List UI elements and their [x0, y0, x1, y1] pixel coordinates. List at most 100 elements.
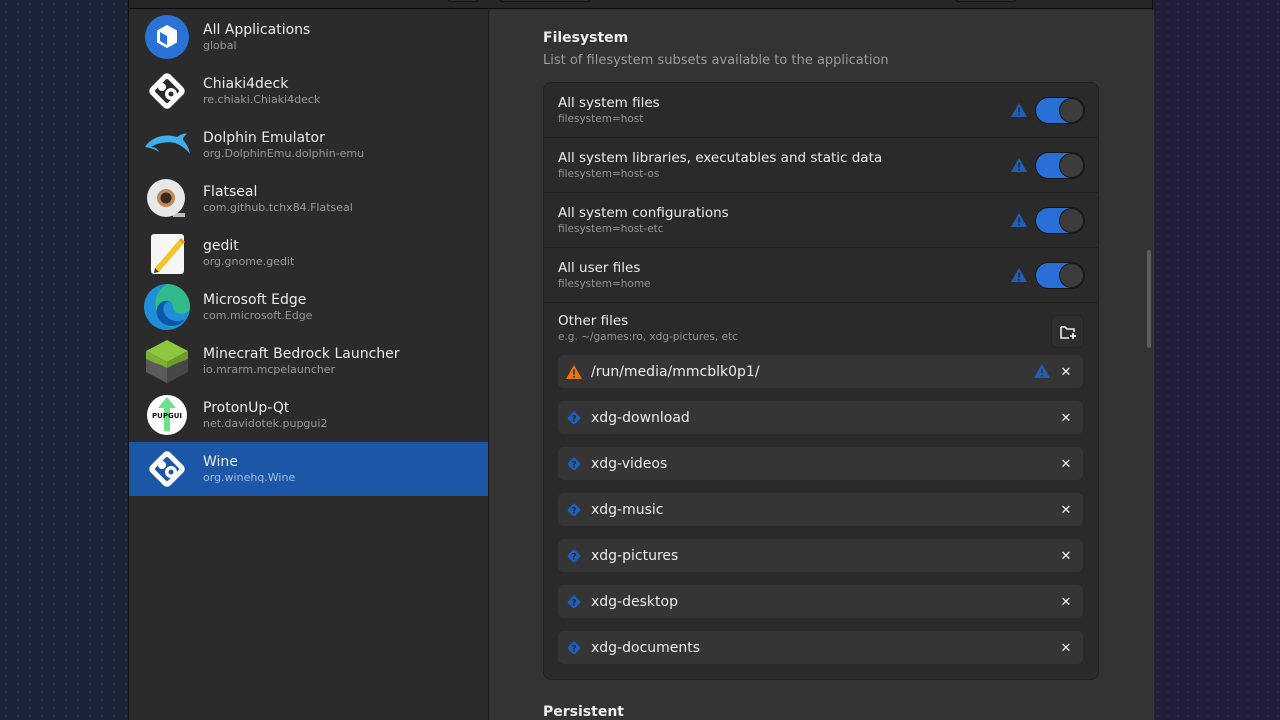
- remove-path-button[interactable]: ✕: [1055, 453, 1077, 475]
- path-value: /run/media/mmcblk0p1/: [591, 363, 760, 380]
- warning-icon: [1011, 103, 1027, 117]
- filesystem-card: All system files filesystem=host All sys…: [543, 82, 1099, 680]
- applications-sidebar: All Applications global Chiaki4deck re.c…: [129, 10, 489, 720]
- path-value: xdg-videos: [591, 455, 668, 472]
- app-id: com.microsoft.Edge: [203, 308, 313, 322]
- path-value: xdg-pictures: [591, 547, 679, 564]
- path-item: ? xdg-desktop ✕: [558, 585, 1083, 618]
- headerbar-button-right[interactable]: [955, 0, 1017, 2]
- other-files-label: Other files: [558, 313, 629, 329]
- host-etc-toggle-switch[interactable]: [1035, 207, 1085, 234]
- headerbar: [129, 0, 1152, 9]
- app-row-flatseal[interactable]: Flatseal com.github.tchx84.Flatseal: [129, 172, 488, 226]
- app-row-dolphin-emulator[interactable]: Dolphin Emulator org.DolphinEmu.dolphin-…: [129, 118, 488, 172]
- path-value: xdg-music: [591, 501, 664, 518]
- warning-icon: [1034, 364, 1050, 378]
- folder-add-icon: [1059, 325, 1076, 339]
- remove-path-button[interactable]: ✕: [1055, 499, 1077, 521]
- headerbar-button-left[interactable]: [447, 0, 479, 2]
- app-id: io.mrarm.mcpelauncher: [203, 362, 336, 376]
- permissions-content: Filesystem List of filesystem subsets av…: [490, 10, 1154, 720]
- app-row-gedit[interactable]: gedit org.gnome.gedit: [129, 226, 488, 280]
- path-item: ? xdg-pictures ✕: [558, 539, 1083, 572]
- chiaki-icon: [143, 67, 191, 115]
- svg-text:?: ?: [571, 552, 576, 562]
- toggle-row-host: All system files filesystem=host: [544, 83, 1098, 138]
- other-files-hint: e.g. ~/games:ro, xdg-pictures, etc: [558, 331, 738, 343]
- app-row-wine[interactable]: Wine org.winehq.Wine: [129, 442, 488, 496]
- app-name: Flatseal: [203, 183, 258, 200]
- remove-path-button[interactable]: ✕: [1055, 361, 1077, 383]
- home-toggle-switch[interactable]: [1035, 262, 1085, 289]
- other-files-row: Other files e.g. ~/games:ro, xdg-picture…: [544, 303, 1098, 355]
- app-name: Wine: [203, 453, 238, 470]
- toggle-knob: [1059, 208, 1084, 233]
- remove-path-button[interactable]: ✕: [1055, 407, 1077, 429]
- app-row-microsoft-edge[interactable]: Microsoft Edge com.microsoft.Edge: [129, 280, 488, 334]
- content-scrollbar[interactable]: [1147, 250, 1151, 348]
- path-item: ? xdg-download ✕: [558, 401, 1083, 434]
- path-value: xdg-download: [591, 409, 690, 426]
- toggle-row-home: All user files filesystem=home: [544, 248, 1098, 303]
- notepad-pencil-icon: [143, 229, 191, 277]
- tape-roll-icon: [143, 175, 191, 223]
- remove-path-button[interactable]: ✕: [1055, 591, 1077, 613]
- app-row-minecraft-bedrock-launcher[interactable]: Minecraft Bedrock Launcher io.mrarm.mcpe…: [129, 334, 488, 388]
- dolphin-icon: [143, 121, 191, 169]
- question-diamond-icon: ?: [565, 547, 583, 565]
- question-diamond-icon: ?: [565, 501, 583, 519]
- toggle-row-host-etc: All system configurations filesystem=hos…: [544, 193, 1098, 248]
- remove-path-button[interactable]: ✕: [1055, 545, 1077, 567]
- question-diamond-icon: ?: [565, 455, 583, 473]
- flatpak-box-icon: [143, 13, 191, 61]
- path-item: ? xdg-videos ✕: [558, 447, 1083, 480]
- flatseal-window: All Applications global Chiaki4deck re.c…: [128, 0, 1154, 720]
- path-item: ? xdg-documents ✕: [558, 631, 1083, 664]
- path-value: xdg-documents: [591, 639, 701, 656]
- toggle-knob: [1059, 98, 1084, 123]
- grass-block-icon: [143, 337, 191, 385]
- app-id: org.gnome.gedit: [203, 254, 295, 268]
- svg-text:?: ?: [571, 644, 576, 654]
- question-diamond-icon: ?: [565, 639, 583, 657]
- edge-icon: [143, 283, 191, 331]
- wine-icon: [143, 445, 191, 493]
- app-row-chiaki4deck[interactable]: Chiaki4deck re.chiaki.Chiaki4deck: [129, 64, 488, 118]
- host-toggle-switch[interactable]: [1035, 97, 1085, 124]
- warning-icon: [1011, 213, 1027, 227]
- toggle-knob: [1059, 263, 1084, 288]
- svg-text:PUPGUI: PUPGUI: [152, 412, 182, 420]
- app-name: Minecraft Bedrock Launcher: [203, 345, 400, 362]
- path-item: ? xdg-music ✕: [558, 493, 1083, 526]
- host-os-toggle-switch[interactable]: [1035, 152, 1085, 179]
- filesystem-section-subtitle: List of filesystem subsets available to …: [543, 53, 889, 68]
- question-diamond-icon: ?: [565, 593, 583, 611]
- app-name: Dolphin Emulator: [203, 129, 325, 146]
- desktop-background-right: [1153, 0, 1280, 720]
- question-diamond-icon: ?: [565, 409, 583, 427]
- app-id: org.DolphinEmu.dolphin-emu: [203, 146, 365, 160]
- remove-path-button[interactable]: ✕: [1055, 637, 1077, 659]
- svg-text:?: ?: [571, 506, 576, 516]
- app-row-protonup-qt[interactable]: PUPGUI ProtonUp-Qt net.davidotek.pupgui2: [129, 388, 488, 442]
- app-name: Chiaki4deck: [203, 75, 289, 92]
- app-name: gedit: [203, 237, 239, 254]
- svg-text:?: ?: [571, 460, 576, 470]
- app-id: re.chiaki.Chiaki4deck: [203, 92, 321, 106]
- path-item: /run/media/mmcblk0p1/ ✕: [558, 355, 1083, 388]
- desktop-background-left: [0, 0, 128, 720]
- app-name: ProtonUp-Qt: [203, 399, 290, 416]
- app-id: global: [203, 38, 237, 52]
- add-folder-button[interactable]: [1051, 315, 1084, 348]
- app-id: com.github.tchx84.Flatseal: [203, 200, 353, 214]
- pupgui-icon: PUPGUI: [143, 391, 191, 439]
- app-row-all-applications[interactable]: All Applications global: [129, 10, 488, 64]
- toggle-knob: [1059, 153, 1084, 178]
- path-value: xdg-desktop: [591, 593, 678, 610]
- headerbar-button-center[interactable]: [499, 0, 591, 2]
- filesystem-section-title: Filesystem: [543, 30, 629, 46]
- app-name: All Applications: [203, 21, 311, 38]
- persistent-section-title: Persistent: [543, 704, 624, 720]
- app-id: net.davidotek.pupgui2: [203, 416, 328, 430]
- warning-icon: [1011, 158, 1027, 172]
